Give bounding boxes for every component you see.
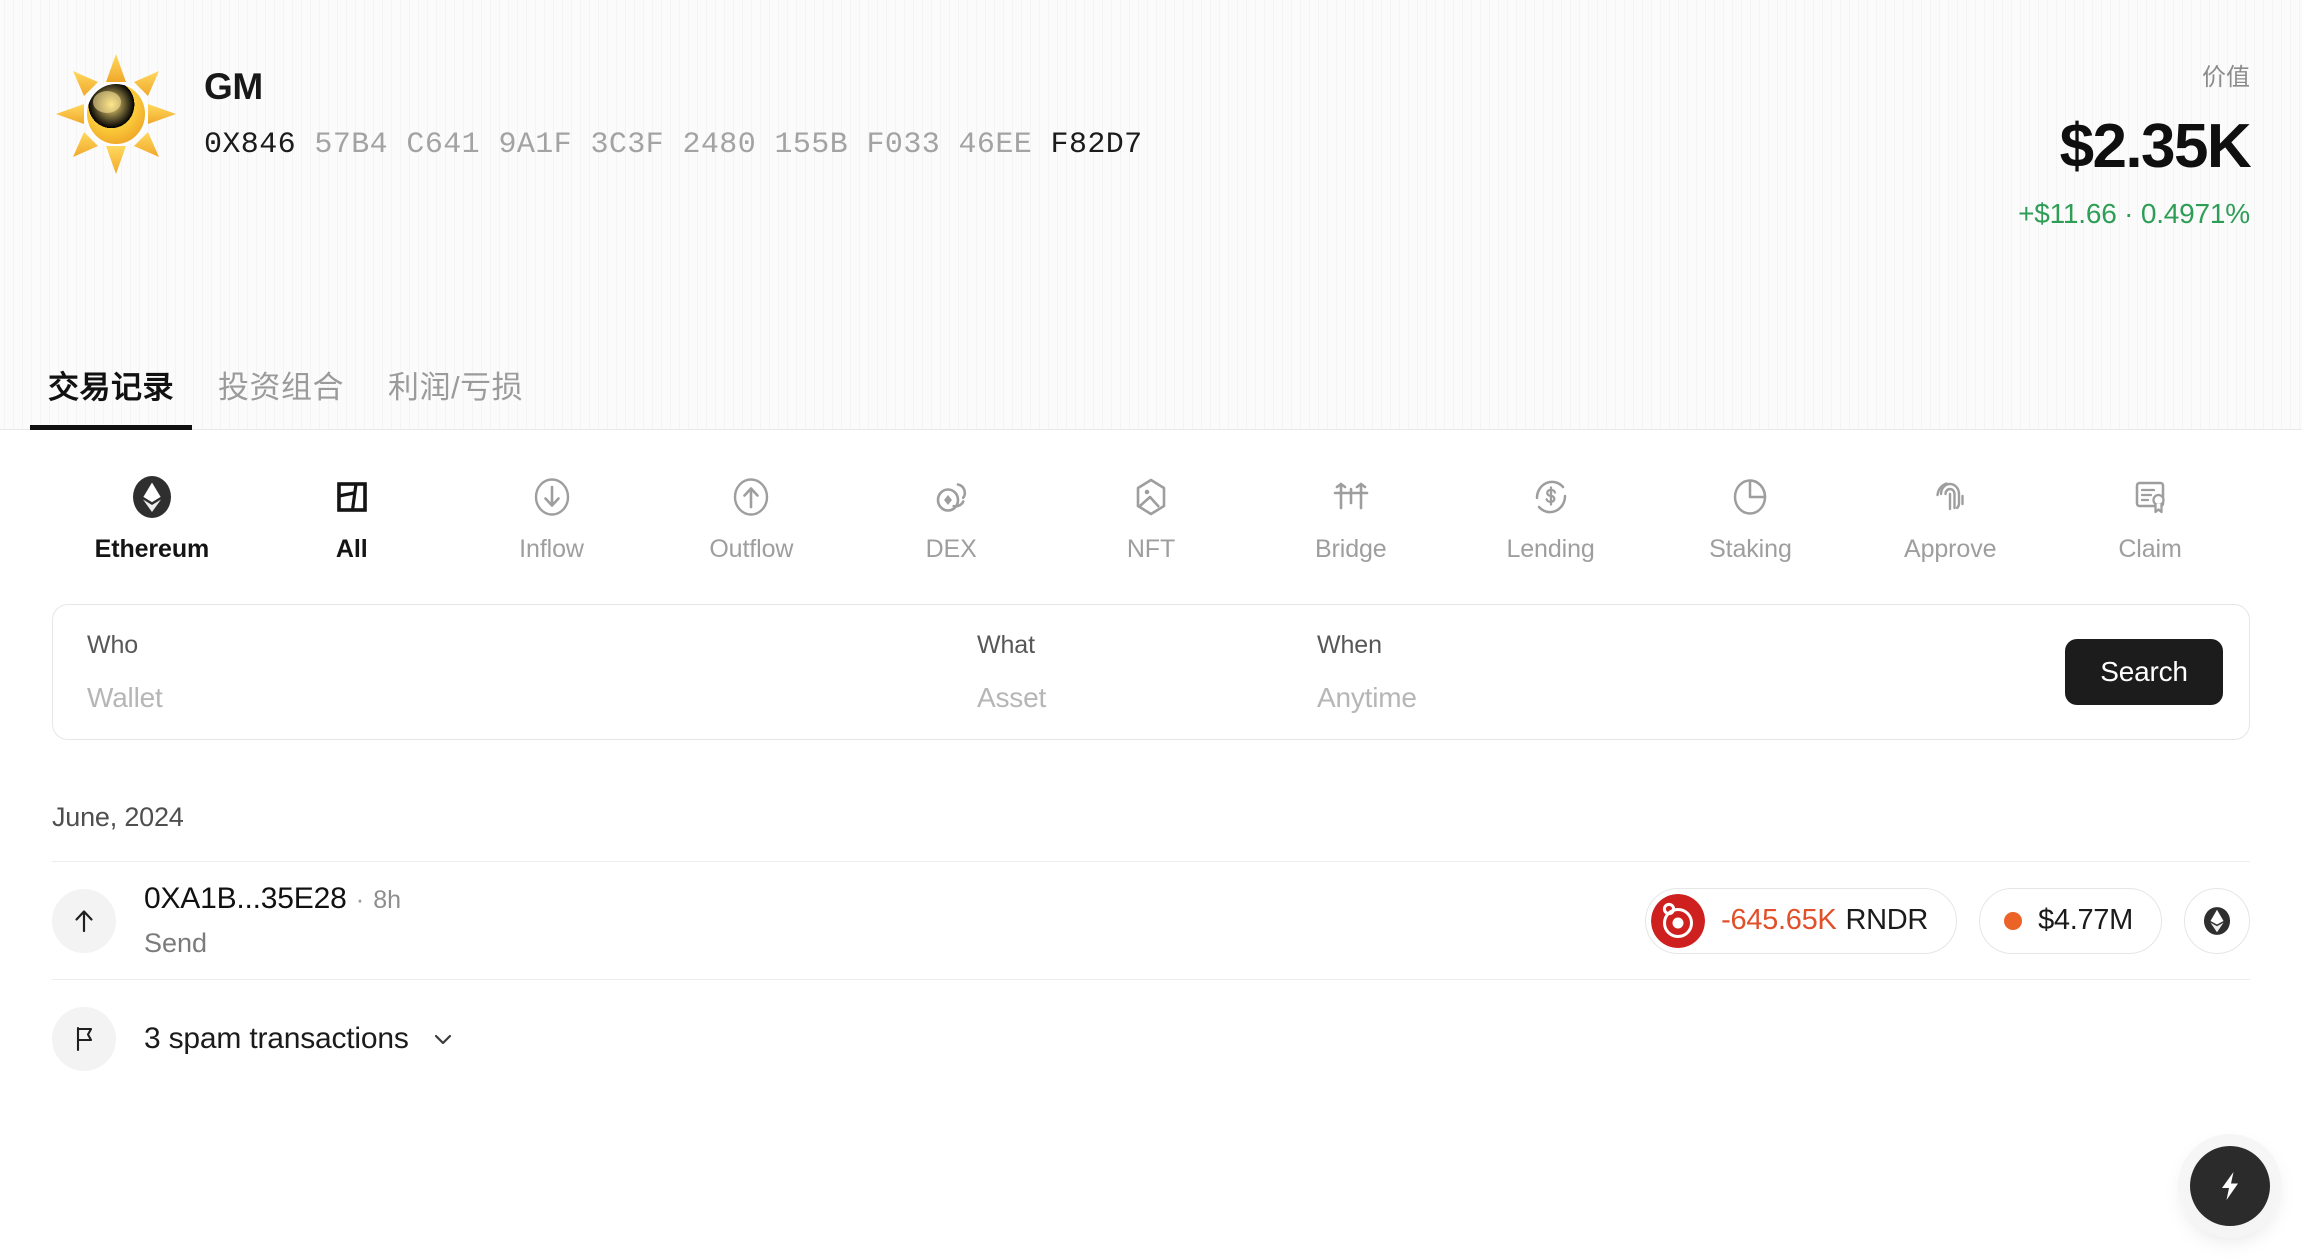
- tx-type: Send: [144, 928, 208, 958]
- dex-swap-icon: [936, 483, 967, 512]
- filter-bridge[interactable]: Bridge: [1251, 474, 1451, 562]
- rndr-token-icon: [1651, 893, 1706, 948]
- tx-separator: ·: [355, 884, 365, 914]
- certificate-icon: [2135, 481, 2165, 514]
- transactions-section: June, 2024 0XA1B...35E28 · 8h Send -645.…: [0, 804, 2302, 1097]
- ethereum-icon: [132, 476, 171, 518]
- identity-block: GM 0X846 57B4 C641 9A1F 3C3F 2480 155B F…: [204, 52, 1143, 160]
- flag-icon: [76, 1026, 93, 1051]
- tx-amount-pill[interactable]: -645.65K RNDR: [1645, 887, 1958, 954]
- filter-nft[interactable]: NFT: [1051, 474, 1251, 562]
- filter-label: NFT: [1126, 535, 1176, 563]
- what-placeholder: Asset: [977, 681, 1047, 713]
- filter-label: Outflow: [709, 535, 794, 563]
- month-header: June, 2024: [52, 802, 184, 832]
- spam-transactions-row[interactable]: 3 spam transactions: [52, 979, 2250, 1097]
- tx-chain-badge[interactable]: [2184, 887, 2250, 954]
- filter-ethereum[interactable]: Ethereum: [52, 474, 252, 562]
- filter-label: Approve: [1904, 535, 1997, 563]
- spam-toggle[interactable]: [429, 1025, 457, 1053]
- wallet-name: GM: [204, 66, 263, 107]
- who-placeholder: Wallet: [87, 681, 163, 713]
- filter-label: All: [335, 535, 368, 563]
- search-button[interactable]: Search: [2065, 639, 2223, 705]
- filter-lending[interactable]: Lending: [1451, 474, 1651, 562]
- sun-emoji-icon: [56, 54, 176, 174]
- tx-values: -645.65K RNDR $4.77M: [1645, 887, 2250, 954]
- value-label: 价值: [2202, 64, 2250, 91]
- search-what-field[interactable]: What Asset: [943, 630, 1283, 713]
- address-prefix: 0X846: [204, 128, 297, 162]
- lending-dollar-icon: [1535, 480, 1566, 514]
- filter-label: Ethereum: [94, 535, 210, 563]
- filter-all[interactable]: All: [252, 474, 452, 562]
- tx-token-symbol: RNDR: [1845, 904, 1929, 936]
- search-panel: Who Wallet What Asset When Anytime Searc…: [52, 604, 2250, 740]
- filter-label: DEX: [925, 535, 977, 563]
- table-row[interactable]: 0XA1B...35E28 · 8h Send -645.65K RNDR $4…: [52, 861, 2250, 979]
- usd-dot-icon: [2004, 911, 2023, 930]
- profile-header: GM 0X846 57B4 C641 9A1F 3C3F 2480 155B F…: [0, 0, 2302, 430]
- filter-label: Staking: [1709, 535, 1792, 563]
- tx-direction-avatar: [52, 888, 116, 953]
- chevron-down-icon: [434, 1034, 451, 1044]
- spam-avatar: [52, 1006, 116, 1071]
- filter-inflow[interactable]: Inflow: [452, 474, 652, 562]
- arrow-up-icon: [75, 909, 93, 932]
- ethereum-icon: [2203, 906, 2231, 935]
- portfolio-value-block: 价值 $2.35K +$11.66 · 0.4971%: [2018, 64, 2252, 229]
- staking-pie-icon: [1734, 479, 1767, 515]
- quick-action-button[interactable]: [2190, 1146, 2270, 1226]
- tab-bar: 交易记录 投资组合 利润/亏损: [0, 372, 2302, 430]
- wallet-page: GM 0X846 57B4 C641 9A1F 3C3F 2480 155B F…: [0, 0, 2302, 1258]
- tx-counterparty: 0XA1B...35E28: [144, 882, 347, 915]
- value-amount: $2.35K: [2059, 112, 2252, 181]
- filter-label: Claim: [2118, 535, 2182, 563]
- filter-approve[interactable]: Approve: [1850, 474, 2050, 562]
- lightning-bolt-icon: [2222, 1172, 2238, 1200]
- profile-row: GM 0X846 57B4 C641 9A1F 3C3F 2480 155B F…: [52, 0, 2250, 178]
- tab-profit-loss[interactable]: 利润/亏损: [370, 372, 541, 430]
- what-label: What: [977, 630, 1035, 659]
- bridge-icon: [1333, 482, 1369, 510]
- filter-strip: Ethereum All Inflow Outflow DEX NFT Brid…: [0, 430, 2302, 562]
- tx-time: 8h: [373, 886, 402, 914]
- tx-details: 0XA1B...35E28 · 8h Send: [144, 884, 1645, 957]
- tx-usd-pill[interactable]: $4.77M: [1979, 887, 2162, 954]
- filter-staking[interactable]: Staking: [1651, 474, 1851, 562]
- filter-outflow[interactable]: Outflow: [651, 474, 851, 562]
- fingerprint-icon: [1936, 482, 1964, 511]
- who-label: Who: [87, 630, 139, 659]
- tx-usd-value: $4.77M: [2038, 904, 2133, 936]
- address-middle: 57B4 C641 9A1F 3C3F 2480 155B F033 46EE: [314, 128, 1033, 162]
- tab-transactions[interactable]: 交易记录: [30, 372, 192, 430]
- avatar: [52, 50, 180, 178]
- wallet-address[interactable]: 0X846 57B4 C641 9A1F 3C3F 2480 155B F033…: [204, 130, 1143, 160]
- filter-label: Inflow: [519, 535, 584, 563]
- filter-dex[interactable]: DEX: [851, 474, 1051, 562]
- search-who-field[interactable]: Who Wallet: [53, 630, 943, 713]
- spam-label: 3 spam transactions: [144, 1021, 409, 1055]
- filter-label: Lending: [1506, 535, 1595, 563]
- filter-claim[interactable]: Claim: [2050, 474, 2250, 562]
- arrow-up-circle-icon: [734, 478, 769, 516]
- all-icon: [336, 482, 367, 512]
- address-suffix: F82D7: [1050, 128, 1143, 162]
- arrow-down-circle-icon: [534, 478, 569, 516]
- tab-portfolio[interactable]: 投资组合: [200, 372, 362, 430]
- nft-hexagon-icon: [1136, 478, 1166, 516]
- filter-label: Bridge: [1314, 535, 1387, 563]
- tx-amount: -645.65K: [1721, 904, 1837, 936]
- value-change: +$11.66 · 0.4971%: [2018, 198, 2250, 229]
